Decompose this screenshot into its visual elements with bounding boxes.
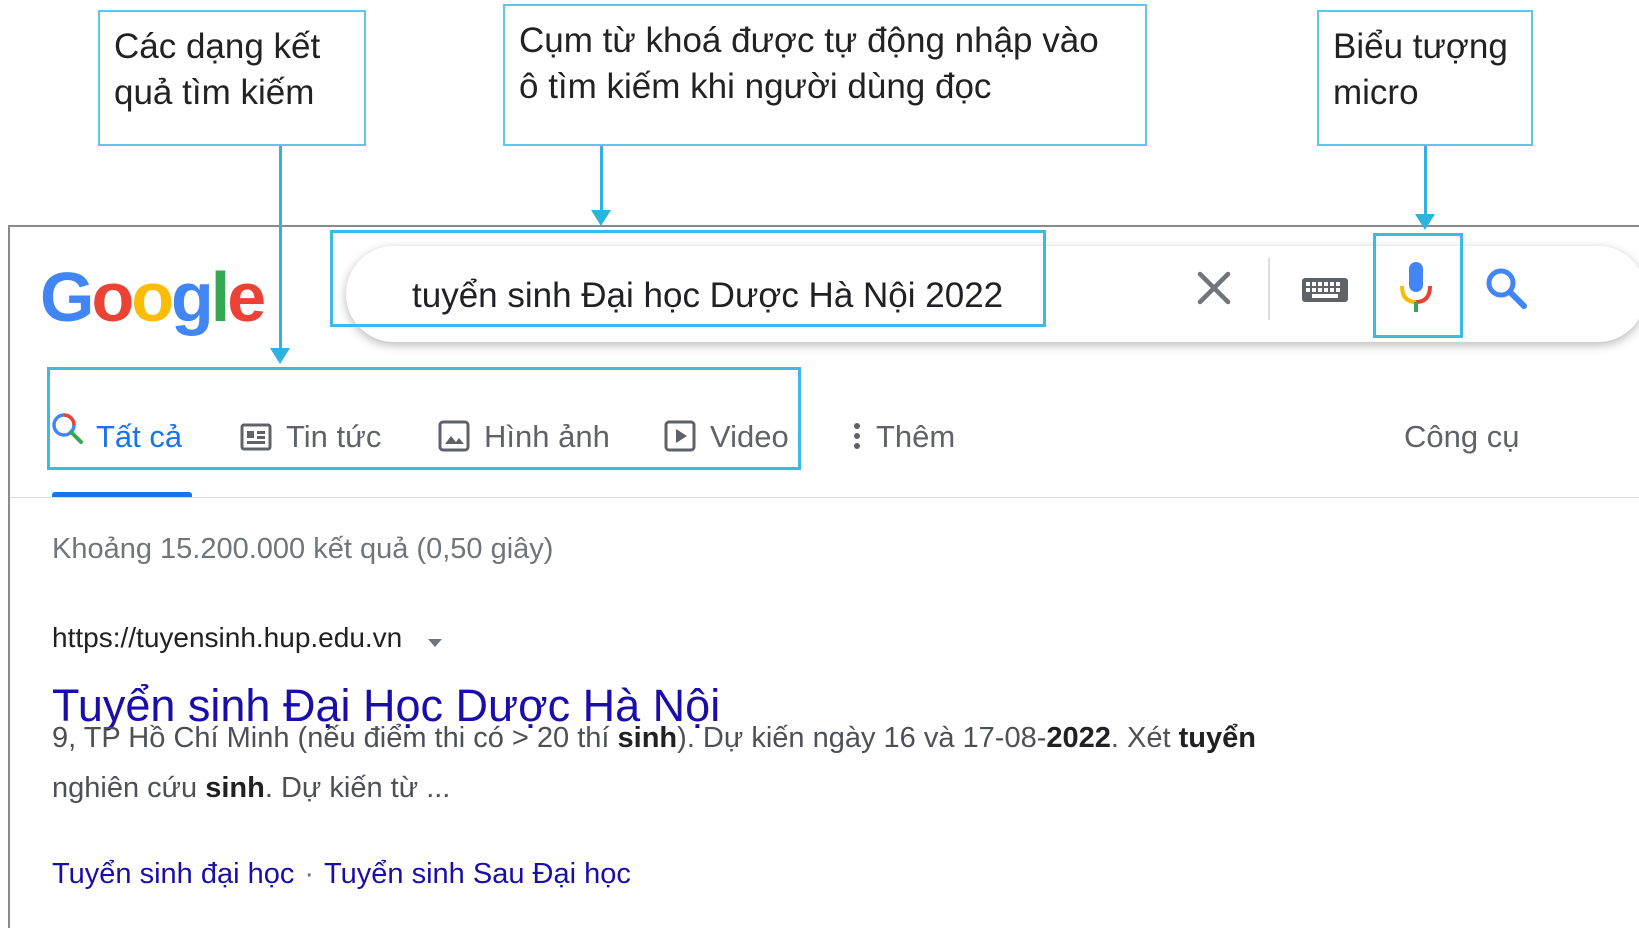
tabs-divider: [10, 497, 1639, 498]
sitelink-postgraduate[interactable]: Tuyển sinh Sau Đại học: [324, 858, 631, 890]
logo-letter: o: [91, 258, 134, 336]
snippet-segment: tuyển: [1178, 722, 1256, 754]
snippet-segment: ). Dự kiến ngày 16 và 17-08-: [677, 722, 1047, 754]
arrow-mic-line: [1424, 146, 1427, 216]
highlight-search-query: [330, 230, 1046, 327]
snippet-segment: . Xét: [1110, 722, 1179, 754]
sitelink-separator: ·: [304, 858, 315, 890]
search-divider: [1268, 258, 1270, 320]
dropdown-arrow-icon[interactable]: [426, 624, 444, 656]
callout-result-types: Các dạng kết quả tìm kiếm: [98, 10, 366, 146]
snippet-segment: sinh: [205, 772, 265, 804]
snippet-segment: 9, TP Hồ Chí Minh (nếu điểm thi có > 20 …: [52, 722, 618, 754]
arrow-result-types-line: [279, 146, 282, 350]
close-icon[interactable]: [1194, 268, 1234, 313]
logo-letter: l: [210, 258, 231, 336]
arrow-keyword-line: [600, 146, 603, 212]
result-sitelinks: Tuyển sinh đại học · Tuyển sinh Sau Đại họ…: [52, 858, 631, 891]
sitelink-undergraduate[interactable]: Tuyển sinh đại học: [52, 858, 294, 890]
result-url[interactable]: https://tuyensinh.hup.edu.vn: [52, 622, 444, 656]
tab-more[interactable]: Thêm: [876, 420, 955, 454]
snippet-segment: sinh: [617, 722, 678, 754]
result-snippet-line-1: 9, TP Hồ Chí Minh (nếu điểm thi có > 20 …: [52, 722, 1256, 755]
result-snippet-line-2: nghiên cứu sinh. Dự kiến từ ...: [52, 772, 450, 805]
logo-letter: G: [40, 258, 94, 336]
arrow-keyword-head: [591, 210, 611, 226]
search-icon[interactable]: [1484, 266, 1528, 315]
arrow-result-types-head: [270, 348, 290, 364]
more-vert-icon: [852, 420, 862, 457]
result-stats: Khoảng 15.200.000 kết quả (0,50 giây): [52, 533, 554, 565]
arrow-mic-head: [1415, 214, 1435, 230]
logo-letter: e: [227, 258, 266, 336]
highlight-result-tabs: [47, 367, 801, 470]
callout-mic-icon: Biểu tượng micro: [1317, 10, 1533, 146]
keyboard-icon[interactable]: [1300, 272, 1350, 311]
google-logo[interactable]: Google: [40, 262, 266, 332]
tools-button[interactable]: Công cụ: [1404, 420, 1519, 454]
logo-letter: o: [131, 258, 174, 336]
logo-letter: g: [170, 258, 214, 336]
highlight-microphone: [1373, 233, 1463, 338]
callout-auto-keyword: Cụm từ khoá được tự động nhập vào ô tìm …: [503, 4, 1147, 146]
snippet-segment: . Dự kiến từ ...: [264, 772, 451, 804]
result-url-text[interactable]: https://tuyensinh.hup.edu.vn: [52, 622, 402, 653]
snippet-segment: 2022: [1046, 722, 1111, 754]
snippet-segment: nghiên cứu: [52, 772, 206, 804]
